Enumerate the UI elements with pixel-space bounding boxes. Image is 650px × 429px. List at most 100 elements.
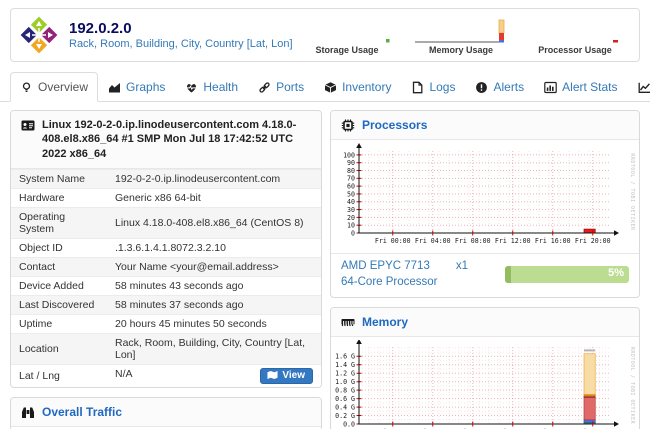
sysinfo-row: Hardware Generic x86 64-bit: [11, 188, 321, 207]
device-tabbar: Overview Graphs Health Ports Inventory Logs Al…: [0, 70, 650, 102]
sysinfo-row: ContactYour Name <your@email.address>: [11, 257, 321, 276]
processors-panel: Processors 0102030405060708090100Fri 00:…: [330, 110, 640, 298]
memory-panel: Memory 0.00.2 G0.4 G0.6 G0.8 G1.0 G1.2 G…: [330, 307, 640, 429]
device-location-link[interactable]: Rack, Room, Building, City, Country [Lat…: [69, 38, 293, 50]
memory-usage-minigraph: [413, 15, 509, 45]
link-icon: [258, 81, 271, 94]
tab-graphs[interactable]: Graphs: [98, 72, 175, 102]
tab-ports[interactable]: Ports: [248, 72, 314, 102]
svg-text:20: 20: [347, 214, 355, 222]
sysinfo-value: Rack, Room, Building, City, Country [Lat…: [115, 337, 305, 361]
sysinfo-row: Device Added 58 minutes 43 seconds ago: [11, 276, 321, 295]
svg-text:0.0: 0.0: [343, 420, 355, 428]
view-map-button[interactable]: View: [260, 368, 313, 384]
sysinfo-label: Contact: [11, 257, 107, 276]
storage-usage-label: Storage Usage: [315, 45, 378, 55]
memory-graph[interactable]: 0.00.2 G0.4 G0.6 G0.8 G1.0 G1.2 G1.4 G1.…: [331, 337, 639, 429]
sysinfo-row: Lat / Lng N/A View: [11, 364, 321, 387]
tab-alerts[interactable]: Alerts: [465, 72, 534, 102]
tab-label: Health: [203, 80, 238, 94]
tab-alert-stats[interactable]: Alert Stats: [534, 72, 627, 102]
binoculars-icon: [21, 406, 35, 419]
overall-traffic-panel: Overall Traffic 050 k100 k150 kRRDTOOL /…: [10, 397, 322, 429]
cpu-count: x1: [456, 260, 468, 272]
svg-text:1.4 G: 1.4 G: [335, 361, 355, 369]
sysinfo-value: Generic x86 64-bit: [115, 192, 201, 204]
svg-text:Fri 00:00: Fri 00:00: [375, 237, 411, 245]
processors-panel-title[interactable]: Processors: [362, 118, 427, 132]
svg-text:0.2 G: 0.2 G: [335, 412, 355, 420]
tab-label: Alerts: [493, 80, 524, 94]
tab-overview[interactable]: Overview: [10, 72, 98, 102]
usage-widgets: Storage Usage Memory Usage Processor Usage: [297, 15, 625, 55]
svg-text:Fri 20:00: Fri 20:00: [575, 237, 611, 245]
processors-graph[interactable]: 0102030405060708090100Fri 00:00Fri 04:00…: [331, 140, 639, 253]
tab-label: Overview: [38, 80, 88, 94]
memory-panel-title[interactable]: Memory: [362, 315, 408, 329]
svg-text:Fri 08:00: Fri 08:00: [455, 237, 491, 245]
alert-circle-icon: [475, 81, 488, 94]
memory-usage-widget[interactable]: Memory Usage: [411, 15, 511, 55]
svg-text:Fri 04:00: Fri 04:00: [415, 237, 451, 245]
cpu-name-link[interactable]: AMD EPYC 7713: [341, 260, 430, 272]
sysinfo-value: Linux 4.18.0-408.el8.x86_64 (CentOS 8): [115, 217, 304, 229]
view-map-label: View: [282, 370, 305, 381]
processor-usage-minigraph: [527, 15, 623, 45]
sysinfo-label: Hardware: [11, 188, 107, 207]
sysinfo-row: Operating System Linux 4.18.0-408.el8.x86…: [11, 207, 321, 238]
svg-text:1.0 G: 1.0 G: [335, 378, 355, 386]
sysinfo-value: 192-0-2-0.ip.linodeusercontent.com: [115, 173, 280, 185]
sysinfo-label: Device Added: [11, 276, 107, 295]
svg-text:1.6 G: 1.6 G: [335, 353, 355, 361]
sysinfo-label: Operating System: [11, 207, 107, 238]
sysinfo-value: .1.3.6.1.4.1.8072.3.2.10: [115, 242, 226, 254]
area-chart-icon: [108, 81, 121, 94]
sysinfo-label: Lat / Lng: [11, 364, 107, 387]
svg-text:1.2 G: 1.2 G: [335, 370, 355, 378]
cube-icon: [324, 81, 337, 94]
svg-text:80: 80: [347, 167, 355, 175]
tab-health[interactable]: Health: [175, 72, 248, 102]
sysinfo-label: Object ID: [11, 238, 107, 257]
device-ip: 192.0.2.0: [69, 20, 293, 37]
sysinfo-label: Location: [11, 333, 107, 364]
system-description: Linux 192-0-2-0.ip.linodeusercontent.com…: [42, 118, 311, 161]
sysinfo-label: System Name: [11, 169, 107, 188]
tab-label: Ports: [276, 80, 304, 94]
sysinfo-row: System Name 192-0-2-0.ip.linodeuserconten…: [11, 169, 321, 188]
svg-text:100: 100: [343, 151, 355, 159]
id-card-icon: [21, 119, 35, 132]
centos-logo-icon: [19, 15, 59, 55]
cpu-desc-link[interactable]: 64-Core Processor: [341, 276, 438, 288]
bar-chart-icon: [544, 81, 557, 94]
svg-text:0: 0: [351, 229, 355, 237]
sysinfo-row: Location Rack, Room, Building, City, Coun…: [11, 333, 321, 364]
tab-logs[interactable]: Logs: [401, 72, 465, 102]
tab-label: Alert Stats: [562, 80, 617, 94]
svg-text:60: 60: [347, 183, 355, 191]
cpu-usage-fill: [505, 266, 511, 283]
sysinfo-value: 20 hours 45 minutes 50 seconds: [115, 318, 267, 330]
storage-usage-widget[interactable]: Storage Usage: [297, 15, 397, 55]
cpu-usage-progressbar: 5%: [505, 266, 629, 283]
tab-label: Inventory: [342, 80, 391, 94]
device-header-card: 192.0.2.0 Rack, Room, Building, City, Co…: [10, 8, 640, 62]
tab-latency[interactable]: Latency: [628, 72, 650, 102]
svg-text:RRDTOOL / TOBI OETIKER: RRDTOOL / TOBI OETIKER: [629, 347, 635, 425]
traffic-panel-title[interactable]: Overall Traffic: [42, 405, 122, 419]
sysinfo-value: 58 minutes 43 seconds ago: [115, 280, 243, 292]
processor-usage-label: Processor Usage: [538, 45, 612, 55]
memory-ram-icon: [341, 316, 355, 329]
sysinfo-row: Object ID .1.3.6.1.4.1.8072.3.2.10: [11, 238, 321, 257]
tab-label: Graphs: [126, 80, 165, 94]
sysinfo-value: 58 minutes 37 seconds ago: [115, 299, 243, 311]
heartbeat-icon: [185, 81, 198, 94]
svg-text:Fri 12:00: Fri 12:00: [495, 237, 531, 245]
processor-row: AMD EPYC 7713 x1 64-Core Processor 5%: [331, 253, 639, 297]
svg-text:0.8 G: 0.8 G: [335, 387, 355, 395]
sysinfo-value: N/A: [115, 368, 133, 380]
processor-usage-widget[interactable]: Processor Usage: [525, 15, 625, 55]
tab-inventory[interactable]: Inventory: [314, 72, 401, 102]
lightbulb-icon: [20, 81, 33, 94]
svg-text:Fri 16:00: Fri 16:00: [535, 237, 571, 245]
